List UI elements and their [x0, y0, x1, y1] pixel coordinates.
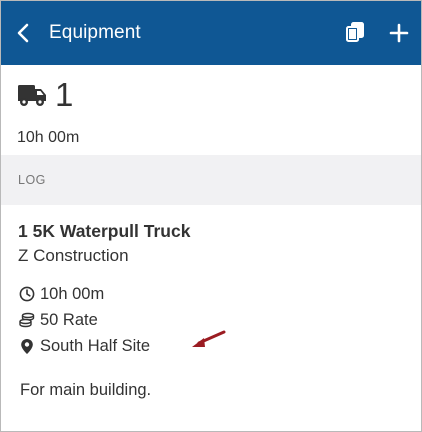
duration-row: 10h 00m	[18, 281, 404, 307]
equipment-count: 1	[55, 76, 74, 113]
annotation-arrow-icon	[192, 330, 226, 347]
entry-rate: 50 Rate	[40, 310, 98, 329]
clock-icon	[18, 286, 35, 303]
plus-icon	[389, 23, 409, 43]
copy-icon	[346, 22, 364, 42]
truck-icon	[18, 85, 46, 106]
coins-icon	[18, 312, 35, 329]
add-button[interactable]	[377, 1, 421, 65]
app-header: Equipment	[1, 1, 421, 65]
map-pin-icon	[18, 338, 35, 355]
location-wrap: South Half Site	[40, 330, 226, 356]
summary-count-row: 1	[17, 75, 405, 115]
header-actions	[333, 1, 421, 65]
entry-location: South Half Site	[40, 336, 151, 355]
log-entry[interactable]: 1 5K Waterpull Truck Z Construction 10h …	[1, 205, 421, 400]
chevron-left-icon	[17, 23, 29, 43]
entry-duration: 10h 00m	[40, 284, 105, 303]
equipment-name: 1 5K Waterpull Truck	[18, 221, 191, 241]
equipment-summary: 1 10h 00m	[1, 65, 421, 155]
log-section-header: LOG	[1, 155, 421, 205]
total-duration: 10h 00m	[17, 129, 80, 146]
copy-button[interactable]	[333, 1, 377, 65]
back-button[interactable]	[5, 1, 41, 65]
page-title: Equipment	[49, 22, 141, 43]
equipment-screen: Equipment 1 10h 00m LOG 1 5K Waterpull T…	[0, 0, 422, 432]
entry-note: For main building.	[20, 381, 152, 399]
company-name: Z Construction	[18, 246, 129, 265]
location-row: South Half Site	[18, 330, 404, 359]
entry-meta: 10h 00m 50 Rate South Half Site	[18, 281, 404, 359]
